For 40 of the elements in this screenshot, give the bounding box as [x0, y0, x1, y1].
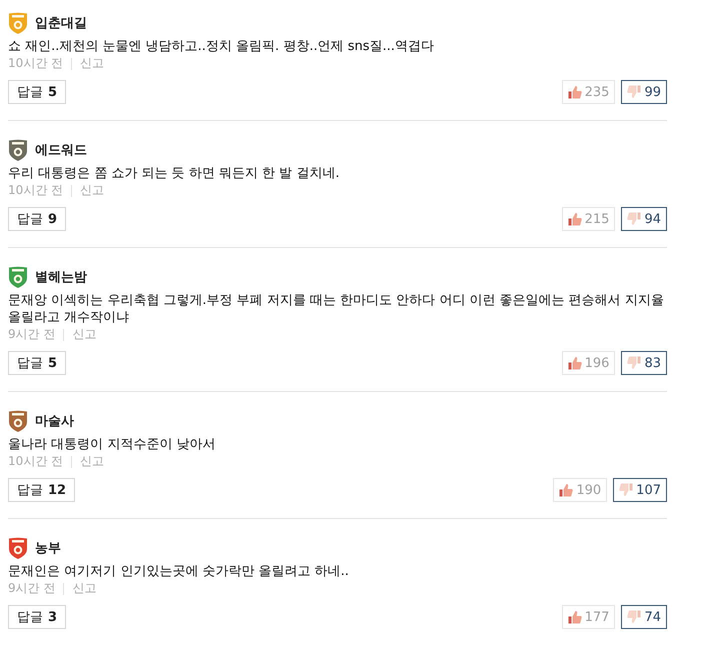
reply-button[interactable]: 답글 9: [8, 207, 66, 231]
shield-badge-icon: [8, 12, 28, 34]
time-label: 9시간 전: [8, 580, 56, 597]
thumbs-down-icon: [627, 610, 642, 624]
comment-text: 쇼 재인..제천의 눈물엔 냉담하고..정치 올림픽. 평창..언제 sns질...역겹다: [8, 38, 435, 55]
time-label: 10시간 전: [8, 182, 64, 199]
dislike-button[interactable]: 107: [613, 478, 667, 502]
thumbs-up-icon: [568, 85, 582, 99]
thumbs-down-icon: [627, 212, 642, 226]
reply-button[interactable]: 답글 5: [8, 351, 66, 375]
author-name[interactable]: 마술사: [35, 412, 74, 430]
thumbs-up-icon: [568, 610, 582, 624]
comment-text: 울나라 대통령이 지적수준이 낮아서: [8, 436, 216, 453]
reply-button[interactable]: 답글 5: [8, 80, 66, 104]
comment-text: 우리 대통령은 쫌 쇼가 되는 듯 하면 뭐든지 한 발 걸치네.: [8, 165, 340, 182]
reply-button[interactable]: 답글 12: [8, 478, 76, 502]
author-name[interactable]: 농부: [35, 540, 61, 556]
dislike-button[interactable]: 99: [621, 80, 667, 104]
shield-badge-icon: [8, 410, 28, 432]
dislike-button[interactable]: 74: [621, 605, 667, 629]
shield-badge-icon: [8, 537, 28, 559]
thumbs-down-icon: [627, 356, 642, 370]
time-label: 10시간 전: [8, 55, 64, 72]
time-label: 9시간 전: [8, 326, 56, 343]
author-name[interactable]: 별헤는밤: [35, 268, 87, 286]
thumbs-down-icon: [627, 85, 642, 99]
dislike-button[interactable]: 83: [621, 351, 667, 375]
dislike-button[interactable]: 94: [621, 207, 667, 231]
author-name[interactable]: 에드워드: [35, 142, 87, 158]
thumbs-down-icon: [619, 483, 634, 497]
shield-badge-icon: [8, 139, 28, 161]
comment-text: 문재앙 이섹히는 우리축협 그렇게.부정 부폐 저지를 때는 한마디도 안하다 어디 이런 좋은일에는 편승해서 지지율 올릴라고 개수작이냐: [8, 292, 665, 326]
author-name[interactable]: 입춘대길: [35, 14, 87, 32]
thumbs-up-icon: [559, 483, 574, 497]
time-label: 10시간 전: [8, 453, 64, 470]
thumbs-up-icon: [568, 212, 582, 226]
reply-button[interactable]: 답글 3: [8, 605, 66, 629]
thumbs-up-icon: [568, 356, 582, 370]
shield-badge-icon: [8, 266, 28, 288]
comment-text: 문재인은 여기저기 인기있는곳에 숫가락만 올릴려고 하네..: [8, 563, 350, 580]
